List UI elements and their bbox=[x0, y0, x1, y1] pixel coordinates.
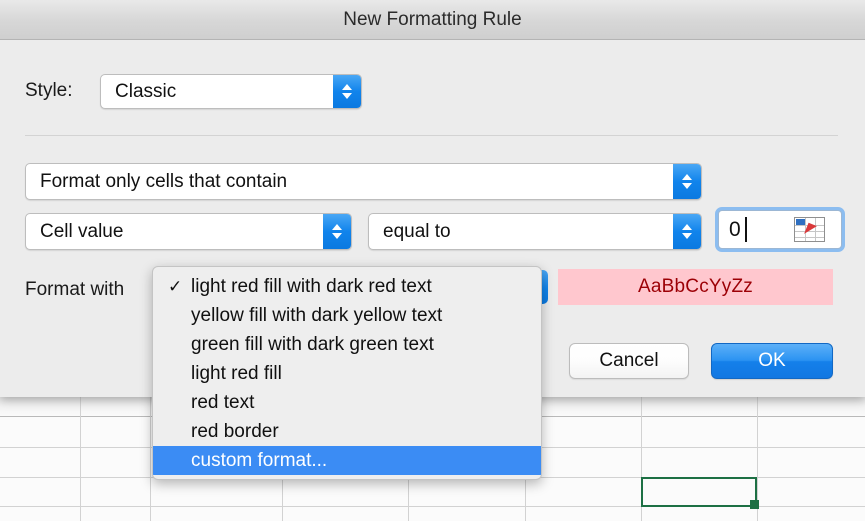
dialog-titlebar: New Formatting Rule bbox=[0, 0, 865, 40]
ok-button[interactable]: OK bbox=[711, 343, 833, 379]
menu-item-red-border[interactable]: red border bbox=[153, 417, 541, 446]
style-label: Style: bbox=[25, 80, 73, 101]
screen: New Formatting Rule Style: Classic Forma… bbox=[0, 0, 865, 521]
dialog-title: New Formatting Rule bbox=[343, 9, 522, 30]
menu-item-yellow-fill-dark-yellow-text[interactable]: yellow fill with dark yellow text bbox=[153, 301, 541, 330]
text-cursor bbox=[745, 217, 747, 242]
chevron-down-icon bbox=[682, 183, 692, 189]
chevron-up-icon bbox=[332, 224, 342, 230]
rule-type-value: Format only cells that contain bbox=[40, 170, 288, 192]
condition-operator-popup-button[interactable]: equal to bbox=[368, 213, 702, 250]
sheet-column-line bbox=[150, 390, 151, 521]
format-preview-swatch: AaBbCcYyZz bbox=[558, 269, 833, 305]
chevron-up-icon bbox=[342, 84, 352, 90]
menu-item-label: light red fill bbox=[191, 363, 282, 384]
chevron-up-down-icon[interactable] bbox=[673, 164, 701, 199]
style-popup-button[interactable]: Classic bbox=[100, 74, 362, 109]
menu-item-label: green fill with dark green text bbox=[191, 334, 434, 355]
chevron-up-down-icon[interactable] bbox=[323, 214, 351, 249]
chevron-down-icon bbox=[682, 233, 692, 239]
menu-item-label: red border bbox=[191, 421, 279, 442]
format-preview-text: AaBbCcYyZz bbox=[638, 276, 753, 297]
condition-subject-value: Cell value bbox=[40, 220, 124, 242]
fill-handle[interactable] bbox=[750, 500, 759, 509]
checkmark-icon: ✓ bbox=[168, 277, 183, 296]
condition-value-text: 0 bbox=[729, 218, 741, 241]
menu-item-label: custom format... bbox=[191, 450, 328, 471]
cancel-button[interactable]: Cancel bbox=[569, 343, 689, 379]
format-with-dropdown-menu[interactable]: ✓ light red fill with dark red text yell… bbox=[152, 266, 542, 480]
selected-cell[interactable] bbox=[641, 477, 757, 507]
menu-item-label: red text bbox=[191, 392, 255, 413]
condition-operator-value: equal to bbox=[383, 220, 451, 242]
menu-item-label: light red fill with dark red text bbox=[191, 276, 432, 297]
chevron-up-down-icon[interactable] bbox=[673, 214, 701, 249]
chevron-up-icon bbox=[682, 224, 692, 230]
chevron-down-icon bbox=[342, 93, 352, 99]
chevron-down-icon bbox=[332, 233, 342, 239]
range-selector-icon[interactable] bbox=[794, 217, 825, 242]
menu-item-light-red-fill-dark-red-text[interactable]: ✓ light red fill with dark red text bbox=[153, 272, 541, 301]
chevron-up-down-icon[interactable] bbox=[333, 75, 361, 108]
sheet-column-line bbox=[80, 390, 81, 521]
menu-item-label: yellow fill with dark yellow text bbox=[191, 305, 443, 326]
section-divider bbox=[25, 135, 838, 136]
menu-item-red-text[interactable]: red text bbox=[153, 388, 541, 417]
condition-subject-popup-button[interactable]: Cell value bbox=[25, 213, 352, 250]
chevron-up-icon bbox=[682, 174, 692, 180]
menu-item-green-fill-dark-green-text[interactable]: green fill with dark green text bbox=[153, 330, 541, 359]
menu-item-light-red-fill[interactable]: light red fill bbox=[153, 359, 541, 388]
menu-item-custom-format[interactable]: custom format... bbox=[153, 446, 541, 475]
style-popup-value: Classic bbox=[115, 80, 177, 102]
format-with-label: Format with bbox=[25, 279, 125, 300]
rule-type-popup-button[interactable]: Format only cells that contain bbox=[25, 163, 702, 200]
